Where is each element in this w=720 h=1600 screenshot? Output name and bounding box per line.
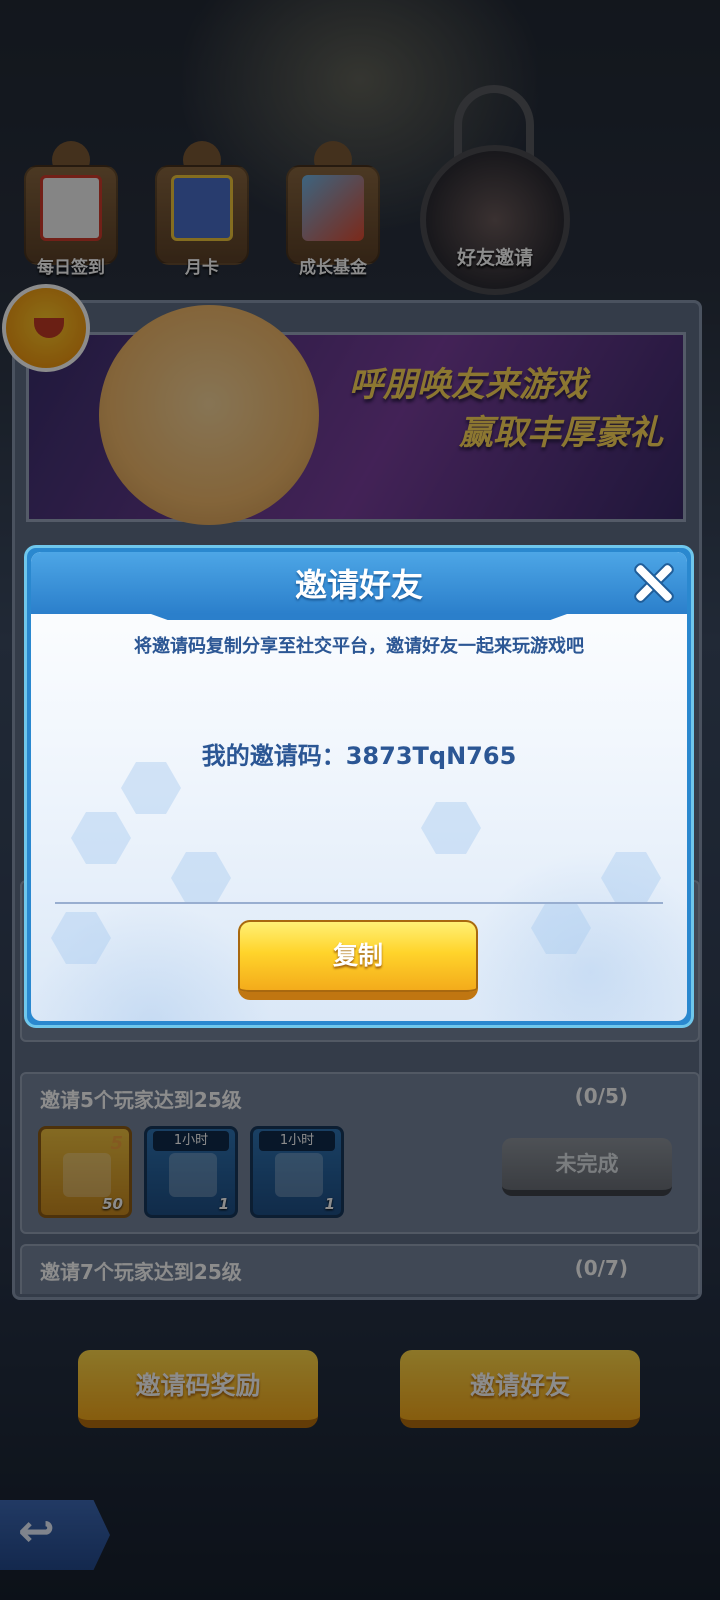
divider	[55, 902, 663, 904]
hex-pattern	[601, 852, 661, 904]
hex-pattern	[171, 852, 231, 904]
invite-dialog: 邀请好友 将邀请码复制分享至社交平台，邀请好友一起来玩游戏吧 我的邀请码：387…	[24, 545, 694, 1028]
hex-pattern	[531, 902, 591, 954]
hex-pattern	[51, 912, 111, 964]
hex-pattern	[421, 802, 481, 854]
copy-button[interactable]: 复制	[238, 920, 478, 1000]
hex-pattern	[71, 812, 131, 864]
dialog-body: 邀请好友 将邀请码复制分享至社交平台，邀请好友一起来玩游戏吧 我的邀请码：387…	[31, 552, 687, 1021]
dialog-title: 邀请好友	[294, 566, 423, 604]
close-icon[interactable]	[631, 560, 675, 604]
dialog-description: 将邀请码复制分享至社交平台，邀请好友一起来玩游戏吧	[134, 636, 584, 657]
invite-code-text: 我的邀请码：3873TqN765	[201, 742, 517, 770]
